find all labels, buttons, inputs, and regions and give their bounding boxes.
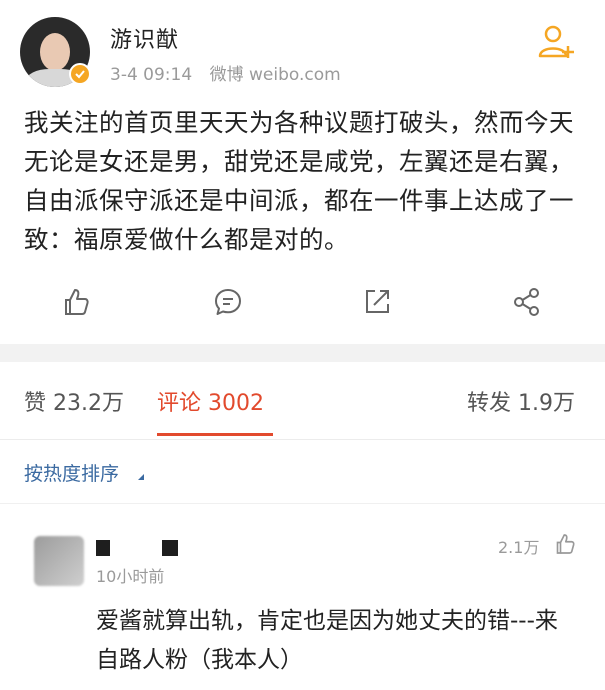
sort-by-hot-button[interactable]: 按热度排序 (24, 459, 119, 486)
post-text: 我关注的首页里天天为各种议题打破头，然而今天无论是女还是男，甜党还是咸党，左翼还… (24, 108, 574, 254)
avatar-face (40, 33, 70, 71)
redacted-name-block (162, 540, 178, 556)
comment-like-count: 2.1万 (498, 538, 540, 557)
comment-text: 爱酱就算出轨，肯定也是因为她丈夫的错---来自路人粉（我本人） (96, 608, 558, 673)
tab-comments[interactable]: 评论 3002 (157, 385, 264, 417)
add-user-icon[interactable] (538, 24, 578, 60)
verified-badge-icon (69, 63, 91, 85)
section-divider (0, 344, 605, 362)
tab-likes[interactable]: 赞 23.2万 (24, 385, 124, 417)
comment-avatar[interactable] (34, 536, 84, 586)
post-username[interactable]: 游识猷 (110, 22, 179, 54)
tab-reposts[interactable]: 转发 1.9万 (467, 385, 575, 417)
comment-icon[interactable] (212, 286, 248, 322)
post-meta: 3-4 09:14 微博 weibo.com (110, 60, 353, 85)
sort-divider (0, 503, 605, 504)
thumbs-up-icon[interactable] (60, 286, 96, 322)
tab-divider (0, 439, 605, 440)
sort-caret-icon[interactable] (138, 474, 144, 480)
redacted-name-block (96, 540, 110, 556)
repost-icon[interactable] (361, 286, 397, 322)
active-tab-indicator (157, 433, 273, 436)
comment-time: 10小时前 (96, 567, 165, 586)
thumbs-up-icon[interactable] (553, 532, 577, 556)
share-icon[interactable] (511, 286, 547, 322)
post-source: 微博 weibo.com (209, 65, 341, 85)
post-date: 3-4 09:14 (110, 65, 193, 85)
